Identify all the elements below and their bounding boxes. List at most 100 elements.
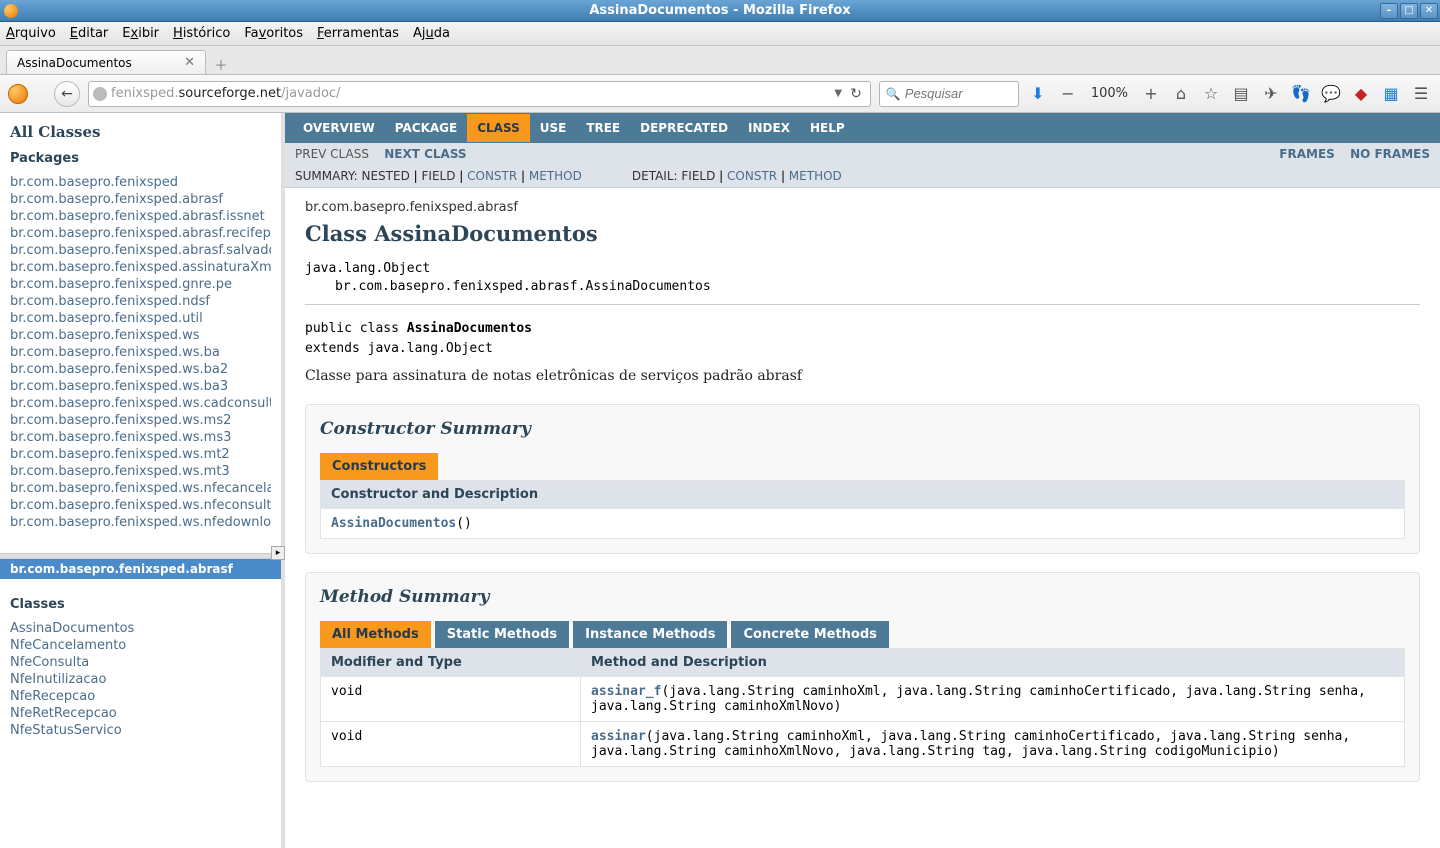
nav-help[interactable]: HELP <box>800 114 855 142</box>
detail-method-link[interactable]: METHOD <box>789 169 842 183</box>
url-dropdown-icon[interactable]: ▼ <box>830 88 846 99</box>
menu-ferramentas[interactable]: Ferramentas <box>317 26 399 41</box>
no-frames-link[interactable]: NO FRAMES <box>1350 147 1430 161</box>
package-link[interactable]: br.com.basepro.fenixsped.abrasf.salvador… <box>10 242 271 259</box>
close-window-button[interactable]: ✕ <box>1420 3 1438 19</box>
package-link[interactable]: br.com.basepro.fenixsped.abrasf <box>10 191 271 208</box>
zoom-out-icon[interactable]: − <box>1057 83 1079 105</box>
class-link[interactable]: NfeCancelamento <box>10 637 271 654</box>
browser-tab[interactable]: AssinaDocumentos ✕ <box>6 50 206 74</box>
adblock-icon[interactable]: ◆ <box>1350 83 1372 105</box>
package-link[interactable]: br.com.basepro.fenixsped.ws.mt3 <box>10 463 271 480</box>
site-identity-icon[interactable] <box>93 87 107 101</box>
firefox-home-icon[interactable] <box>8 84 28 104</box>
package-link[interactable]: br.com.basepro.fenixsped.abrasf.issnet <box>10 208 271 225</box>
tab-close-icon[interactable]: ✕ <box>184 55 195 70</box>
class-link[interactable]: NfeInutilizacao <box>10 671 271 688</box>
method-signature: assinar(java.lang.String caminhoXml, jav… <box>581 722 1405 767</box>
menu-historico[interactable]: Histórico <box>173 26 230 41</box>
search-box[interactable]: 🔍 <box>879 81 1019 107</box>
nav-class[interactable]: CLASS <box>467 114 530 142</box>
downloads-icon[interactable]: ⬇ <box>1027 83 1049 105</box>
send-icon[interactable]: ✈ <box>1260 83 1282 105</box>
package-link[interactable]: br.com.basepro.fenixsped.ws.nfedownloadn… <box>10 514 271 531</box>
class-link[interactable]: NfeRecepcao <box>10 688 271 705</box>
zoom-in-icon[interactable]: + <box>1140 83 1162 105</box>
nav-tree[interactable]: TREE <box>576 114 630 142</box>
classes-frame[interactable]: br.com.basepro.fenixsped.abrasf Classes … <box>0 559 285 848</box>
package-link[interactable]: br.com.basepro.fenixsped.gnre.pe <box>10 276 271 293</box>
new-tab-button[interactable]: ＋ <box>210 54 232 74</box>
nav-package[interactable]: PACKAGE <box>385 114 467 142</box>
method-tab[interactable]: Concrete Methods <box>731 621 888 648</box>
method-link[interactable]: assinar <box>591 729 646 744</box>
constructors-tab[interactable]: Constructors <box>320 453 438 480</box>
menu-favoritos[interactable]: Favoritos <box>244 26 303 41</box>
package-link[interactable]: br.com.basepro.fenixsped.ws.nfecancelame… <box>10 480 271 497</box>
nav-overview[interactable]: OVERVIEW <box>293 114 385 142</box>
package-link[interactable]: br.com.basepro.fenixsped.abrasf.recifepe <box>10 225 271 242</box>
packages-frame[interactable]: All Classes Packages br.com.basepro.feni… <box>0 113 285 553</box>
menu-exibir[interactable]: Exibir <box>122 26 159 41</box>
reload-icon[interactable]: ↻ <box>846 86 866 102</box>
javadoc-main-frame[interactable]: OVERVIEWPACKAGECLASSUSETREEDEPRECATEDIND… <box>285 113 1440 848</box>
frame-splitter[interactable]: ▸ <box>0 553 285 559</box>
search-input[interactable] <box>905 86 1012 101</box>
inheritance-leaf: br.com.basepro.fenixsped.abrasf.AssinaDo… <box>305 278 1420 296</box>
package-link[interactable]: br.com.basepro.fenixsped.ws.ba3 <box>10 378 271 395</box>
class-link[interactable]: NfeStatusServico <box>10 722 271 739</box>
package-link[interactable]: br.com.basepro.fenixsped.util <box>10 310 271 327</box>
back-button[interactable]: ← <box>54 81 80 107</box>
package-link[interactable]: br.com.basepro.fenixsped.ws.ms2 <box>10 412 271 429</box>
class-link[interactable]: AssinaDocumentos <box>10 620 271 637</box>
method-tab[interactable]: Static Methods <box>435 621 569 648</box>
url-bar[interactable]: fenixsped.sourceforge.net/javadoc/ ▼ ↻ <box>88 81 871 107</box>
method-row: voidassinar_f(java.lang.String caminhoXm… <box>321 677 1405 722</box>
package-link[interactable]: br.com.basepro.fenixsped.ws.nfeconsulta <box>10 497 271 514</box>
summary-method-link[interactable]: METHOD <box>529 169 582 183</box>
inheritance-root[interactable]: java.lang.Object <box>305 260 1420 278</box>
frames-link[interactable]: FRAMES <box>1279 147 1335 161</box>
package-link[interactable]: br.com.basepro.fenixsped.ws.mt2 <box>10 446 271 463</box>
all-classes-link[interactable]: All Classes <box>10 123 271 141</box>
nav-deprecated[interactable]: DEPRECATED <box>630 114 738 142</box>
minimize-button[interactable]: – <box>1380 3 1398 19</box>
summary-nested: NESTED <box>362 169 410 183</box>
nav-index[interactable]: INDEX <box>738 114 800 142</box>
maximize-button[interactable]: □ <box>1400 3 1418 19</box>
selected-package-header: br.com.basepro.fenixsped.abrasf <box>0 559 281 579</box>
constructor-link[interactable]: AssinaDocumentos <box>331 516 456 531</box>
class-link[interactable]: NfeRetRecepcao <box>10 705 271 722</box>
zoom-level[interactable]: 100% <box>1087 86 1132 101</box>
method-tab[interactable]: Instance Methods <box>573 621 727 648</box>
method-summary-section: Method Summary All MethodsStatic Methods… <box>305 572 1420 782</box>
package-link[interactable]: br.com.basepro.fenixsped.ws.ba <box>10 344 271 361</box>
app-menubar: Arquivo Editar Exibir Histórico Favorito… <box>0 22 1440 46</box>
nav-use[interactable]: USE <box>530 114 577 142</box>
method-link[interactable]: assinar_f <box>591 684 661 699</box>
package-link[interactable]: br.com.basepro.fenixsped.ndsf <box>10 293 271 310</box>
detail-constr-link[interactable]: CONSTR <box>727 169 777 183</box>
package-link[interactable]: br.com.basepro.fenixsped.ws.cadconsultac… <box>10 395 271 412</box>
summary-constr-link[interactable]: CONSTR <box>467 169 517 183</box>
package-link[interactable]: br.com.basepro.fenixsped <box>10 174 271 191</box>
classes-heading: Classes <box>10 597 271 612</box>
home-icon[interactable]: ⌂ <box>1170 83 1192 105</box>
class-link[interactable]: NfeConsulta <box>10 654 271 671</box>
chat-icon[interactable]: 💬 <box>1320 83 1342 105</box>
method-tab[interactable]: All Methods <box>320 621 431 648</box>
library-icon[interactable]: ▤ <box>1230 83 1252 105</box>
bookmarks-star-icon[interactable]: ☆ <box>1200 83 1222 105</box>
next-class-link[interactable]: NEXT CLASS <box>384 147 466 161</box>
hamburger-menu-icon[interactable]: ☰ <box>1410 83 1432 105</box>
modifier-header: Modifier and Type <box>321 649 581 677</box>
footprints-icon[interactable]: 👣 <box>1290 83 1312 105</box>
package-link[interactable]: br.com.basepro.fenixsped.ws <box>10 327 271 344</box>
menu-editar[interactable]: Editar <box>70 26 109 41</box>
menu-ajuda[interactable]: Ajuda <box>413 26 450 41</box>
package-link[interactable]: br.com.basepro.fenixsped.ws.ms3 <box>10 429 271 446</box>
package-link[interactable]: br.com.basepro.fenixsped.ws.ba2 <box>10 361 271 378</box>
extension-icon[interactable]: ▦ <box>1380 83 1402 105</box>
menu-arquivo[interactable]: Arquivo <box>6 26 56 41</box>
package-link[interactable]: br.com.basepro.fenixsped.assinaturaXml <box>10 259 271 276</box>
